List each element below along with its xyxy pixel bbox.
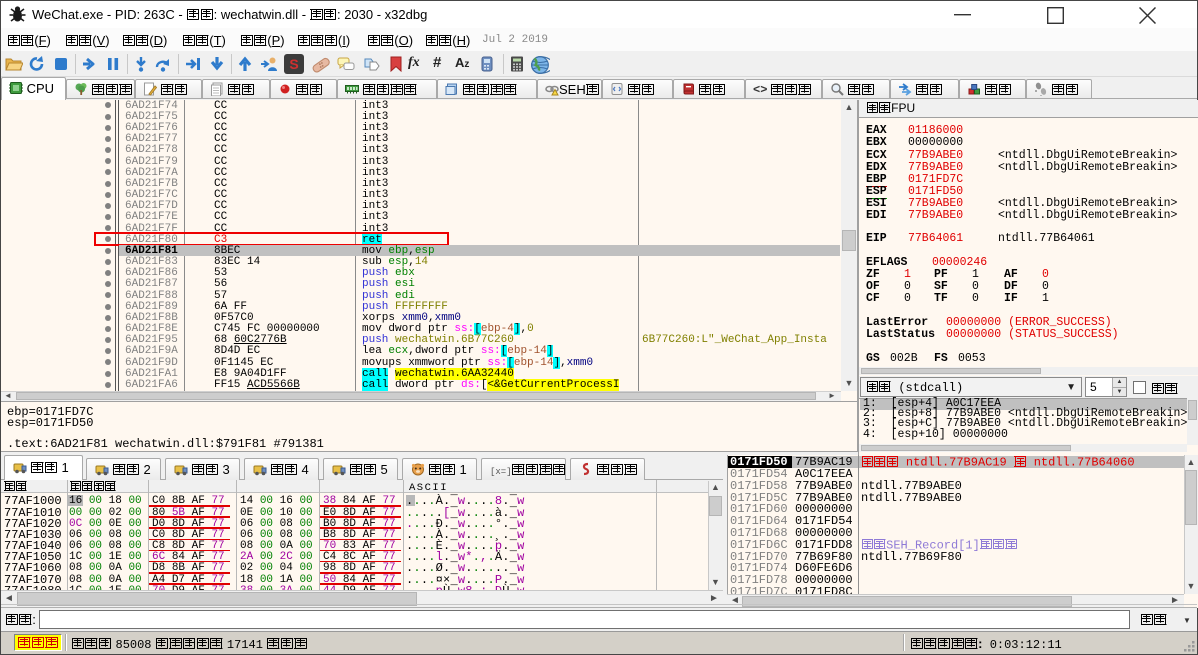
- svg-text:<>: <>: [753, 83, 767, 96]
